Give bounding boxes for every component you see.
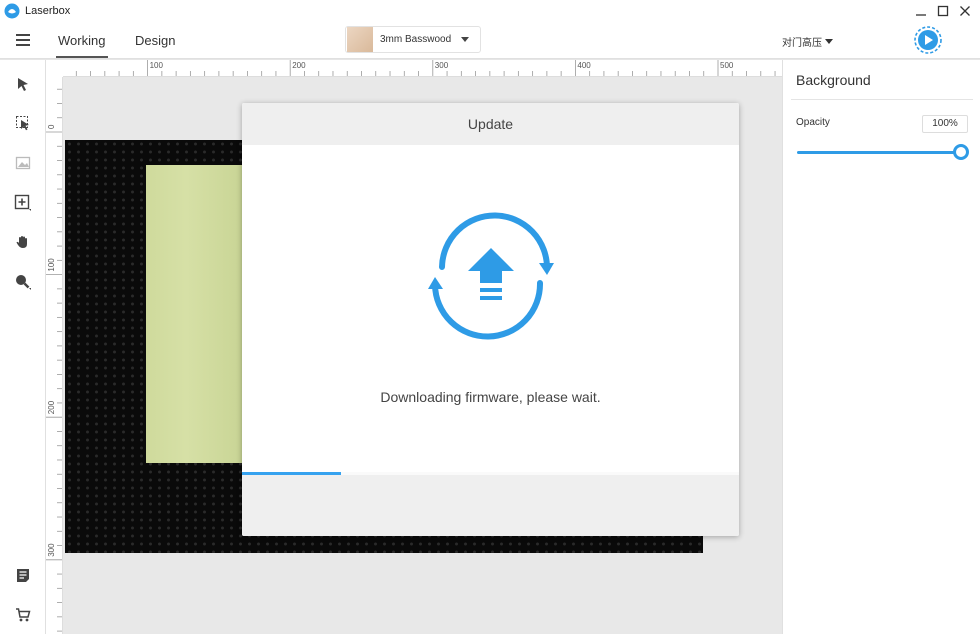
dialog-message: Downloading firmware, please wait. (380, 389, 601, 405)
hand-pan-icon[interactable] (14, 233, 32, 251)
select-area-icon[interactable] (14, 114, 32, 132)
notes-icon[interactable] (14, 566, 32, 584)
dialog-header: Update (242, 103, 739, 145)
select-arrow-icon[interactable] (14, 75, 32, 93)
ruler-top-label: 100 (150, 61, 164, 70)
update-dialog: Update Downloading firmware, please wait… (242, 103, 739, 536)
ruler-left-label: 100 (47, 258, 56, 272)
chevron-down-icon (825, 39, 833, 44)
active-tab-indicator (56, 56, 108, 58)
header-bar: Working Design 3mm Basswood 对门高压 (0, 22, 980, 59)
window-controls (912, 2, 974, 20)
panel-divider (791, 99, 973, 100)
ruler-left-label: 200 (47, 400, 56, 414)
dialog-footer (242, 475, 739, 536)
zoom-icon[interactable] (14, 273, 32, 291)
close-icon[interactable] (956, 2, 974, 20)
material-workpiece[interactable] (146, 165, 246, 463)
ruler-top-label: 500 (720, 61, 734, 70)
material-dropdown[interactable]: 3mm Basswood (345, 26, 481, 53)
tab-design[interactable]: Design (135, 33, 175, 48)
title-bar: Laserbox (0, 0, 980, 22)
maximize-icon[interactable] (934, 2, 952, 20)
ruler-top-label: 300 (435, 61, 449, 70)
ruler-left-label: 300 (47, 543, 56, 557)
material-swatch (347, 27, 373, 52)
ruler-left: 0 100 200 300 (46, 77, 63, 634)
opacity-label: Opacity (796, 117, 830, 128)
add-shape-icon[interactable] (14, 194, 32, 212)
ruler-left-ticks: 0 100 200 300 (46, 88, 62, 632)
window-title: Laserbox (25, 5, 71, 17)
ruler-corner (46, 60, 63, 77)
mode-dropdown[interactable]: 对门高压 (782, 34, 833, 49)
ruler-top-label: 200 (292, 61, 306, 70)
opacity-slider-track[interactable] (797, 151, 961, 154)
minimize-icon[interactable] (912, 2, 930, 20)
chevron-down-icon (461, 37, 470, 42)
dialog-title: Update (467, 116, 514, 132)
start-play-icon[interactable] (913, 25, 943, 55)
panel-title: Background (796, 72, 871, 88)
image-icon[interactable] (14, 154, 32, 172)
ruler-top-ticks: 100 200 300 400 500 (75, 60, 776, 76)
properties-panel: Background Opacity 100% (782, 60, 980, 634)
opacity-slider-thumb[interactable] (953, 144, 969, 160)
laserbox-logo-icon (4, 3, 20, 19)
cart-icon[interactable] (14, 606, 32, 624)
ruler-left-label: 0 (47, 124, 56, 129)
ruler-top-label: 400 (577, 61, 591, 70)
left-toolbar (0, 60, 46, 634)
ruler-top: 100 200 300 400 500 (63, 60, 782, 77)
tab-working[interactable]: Working (58, 33, 105, 48)
mode-label: 对门高压 (782, 38, 822, 49)
material-label: 3mm Basswood (380, 34, 452, 45)
hamburger-menu-icon[interactable] (14, 31, 32, 49)
opacity-input[interactable]: 100% (922, 115, 968, 133)
firmware-update-icon (428, 212, 554, 340)
